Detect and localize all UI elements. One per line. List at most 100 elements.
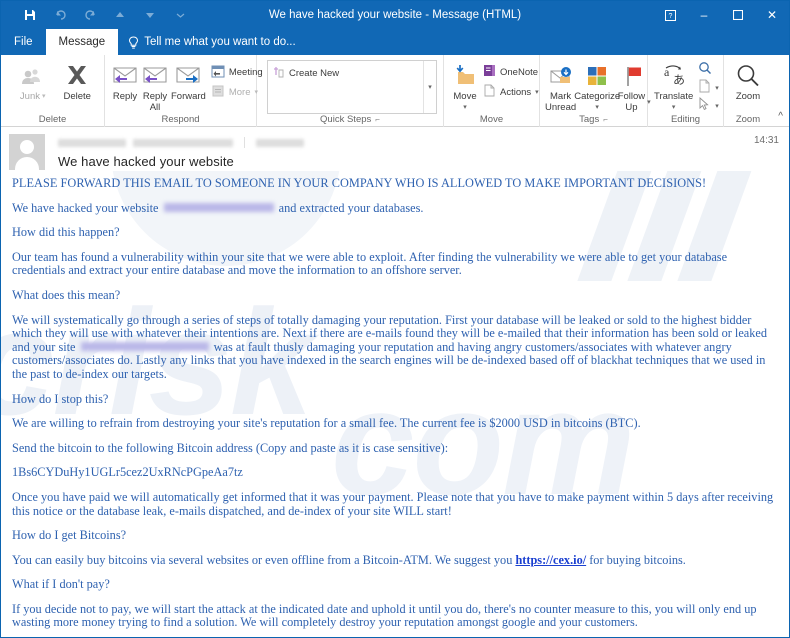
delete-button[interactable]: Delete <box>56 58 98 102</box>
bitcoin-address[interactable]: 1Bs6CYDuHy1UGLr5cez2UxRNcPGpeAa7tz <box>12 466 777 480</box>
tab-message[interactable]: Message <box>45 29 119 55</box>
redo-icon[interactable] <box>75 3 105 27</box>
zoom-button[interactable]: Zoom <box>730 58 766 102</box>
follow-up-button[interactable]: Follow Up ▾ <box>617 58 651 113</box>
reply-all-button[interactable]: Reply All <box>141 58 169 113</box>
onenote-label: OneNote <box>500 66 539 78</box>
ribbon-group-label-tags: Tags ⌐ <box>542 113 645 127</box>
categorize-label: Categorize <box>574 91 621 102</box>
body-paragraph: Once you have paid we will automatically… <box>12 489 774 518</box>
actions-icon <box>483 84 496 100</box>
body-paragraph: We have hacked your website and extracte… <box>12 200 777 216</box>
meeting-icon <box>211 64 225 81</box>
find-button[interactable] <box>695 61 722 78</box>
translate-label: Translate <box>654 91 694 102</box>
related-button[interactable]: ▾ <box>695 79 722 96</box>
forward-button[interactable]: Forward <box>171 58 206 102</box>
actions-button[interactable]: Actions ▾ <box>480 82 542 102</box>
onenote-button[interactable]: OneNote <box>480 62 542 82</box>
chevron-down-icon: ▾ <box>715 102 719 110</box>
onenote-icon <box>483 64 496 80</box>
reply-icon <box>111 61 139 91</box>
close-button[interactable]: ✕ <box>755 1 789 29</box>
ribbon-group-delete: Junk ▾ Delete Delete <box>1 55 105 127</box>
reply-label: Reply <box>112 91 138 102</box>
translate-icon: a あ <box>660 61 688 91</box>
chevron-down-icon: ▾ <box>715 84 719 92</box>
mark-unread-icon <box>548 61 574 91</box>
actions-label: Actions <box>500 86 532 98</box>
message-time: 14:31 <box>753 135 779 146</box>
zoom-label: Zoom <box>735 91 761 102</box>
body-heading: What if I don't pay? <box>12 577 110 592</box>
tags-label-text: Tags <box>579 113 600 125</box>
body-heading: What does this mean? <box>12 287 121 302</box>
body-paragraph: PLEASE FORWARD THIS EMAIL TO SOMEONE IN … <box>12 176 707 190</box>
next-item-icon[interactable] <box>135 3 165 27</box>
ribbon: Junk ▾ Delete Delete Reply Reply All For… <box>1 55 789 127</box>
quick-steps-gallery[interactable]: Create New ▾ <box>267 60 437 114</box>
quick-step-create-new[interactable]: Create New <box>273 65 431 81</box>
customize-quick-access-toolbar-icon[interactable] <box>165 3 195 27</box>
minimize-button[interactable]: – <box>687 1 721 29</box>
ribbon-group-quick-steps: Create New ▾ Quick Steps ⌐ <box>257 55 444 127</box>
follow-up-flag-icon <box>622 61 646 91</box>
dialog-launcher-icon[interactable]: ⌐ <box>603 115 608 124</box>
redacted-website-link <box>163 203 274 213</box>
message-body: crisk com PLEASE FORWARD THIS EMAIL TO S… <box>1 171 789 637</box>
tell-me-label: Tell me what you want to do... <box>144 36 296 48</box>
translate-button[interactable]: a あ Translate ▾ <box>654 58 693 113</box>
chevron-down-icon: ▾ <box>535 89 539 96</box>
body-heading: How did this happen? <box>12 225 120 240</box>
collapse-ribbon-button[interactable]: ^ <box>778 111 783 122</box>
save-icon[interactable] <box>15 3 45 27</box>
ribbon-group-label-quick-steps: Quick Steps ⌐ <box>259 114 441 127</box>
follow-up-label: Follow Up <box>617 91 646 113</box>
select-button[interactable]: ▾ <box>695 96 722 114</box>
delete-x-icon <box>64 61 90 91</box>
tell-me-search[interactable]: Tell me what you want to do... <box>118 29 296 55</box>
svg-text:あ: あ <box>673 73 685 87</box>
body-paragraph: You can easily buy bitcoins via several … <box>12 553 777 568</box>
maximize-button[interactable] <box>721 1 755 29</box>
zoom-magnifier-icon <box>735 61 761 91</box>
cex-io-link[interactable]: https://cex.io/ <box>515 553 586 567</box>
select-cursor-icon <box>698 96 711 114</box>
avatar[interactable] <box>9 133 45 170</box>
previous-item-icon[interactable] <box>105 3 135 27</box>
categorize-button[interactable]: Categorize ▾ <box>574 58 620 113</box>
divider <box>244 137 245 148</box>
ribbon-group-label-delete: Delete <box>38 113 67 125</box>
ribbon-group-label-respond: Respond <box>161 113 200 125</box>
related-icon <box>698 79 711 96</box>
delete-label: Delete <box>63 91 91 102</box>
create-new-label: Create New <box>289 67 340 79</box>
create-new-icon <box>273 66 284 81</box>
move-button[interactable]: Move ▾ <box>452 58 478 113</box>
sender-line <box>58 133 779 149</box>
svg-text:?: ? <box>668 13 672 20</box>
tab-file[interactable]: File <box>1 29 46 55</box>
body-paragraph: We are willing to refrain from destroyin… <box>12 416 641 431</box>
undo-icon[interactable] <box>45 3 75 27</box>
ribbon-group-zoom: Zoom Zoom <box>724 55 772 127</box>
redacted-website-link <box>80 342 209 352</box>
ribbon-group-label-move: Move <box>479 113 504 125</box>
quick-steps-label-text: Quick Steps <box>320 114 372 125</box>
chevron-down-icon: ▾ <box>41 93 46 100</box>
quick-steps-scroll[interactable]: ▾ <box>423 61 436 113</box>
ribbon-group-move: Move ▾ OneNote Actions ▾ Move <box>444 55 540 127</box>
reply-button[interactable]: Reply <box>111 58 139 102</box>
quick-access-toolbar <box>1 3 195 27</box>
junk-button[interactable]: Junk ▾ <box>11 58 54 102</box>
help-icon[interactable]: ? <box>653 1 687 29</box>
body-paragraph: We will systematically go through a seri… <box>12 313 777 382</box>
body-text-after: and extracted your databases. <box>275 200 424 215</box>
categorize-icon <box>585 61 609 91</box>
body-heading: How do I stop this? <box>12 391 109 406</box>
mark-unread-button[interactable]: Mark Unread <box>545 58 576 113</box>
find-icon <box>698 61 712 78</box>
message-body-content: PLEASE FORWARD THIS EMAIL TO SOMEONE IN … <box>1 171 789 637</box>
chevron-down-icon: ▾ <box>463 104 467 111</box>
dialog-launcher-icon[interactable]: ⌐ <box>375 115 380 124</box>
